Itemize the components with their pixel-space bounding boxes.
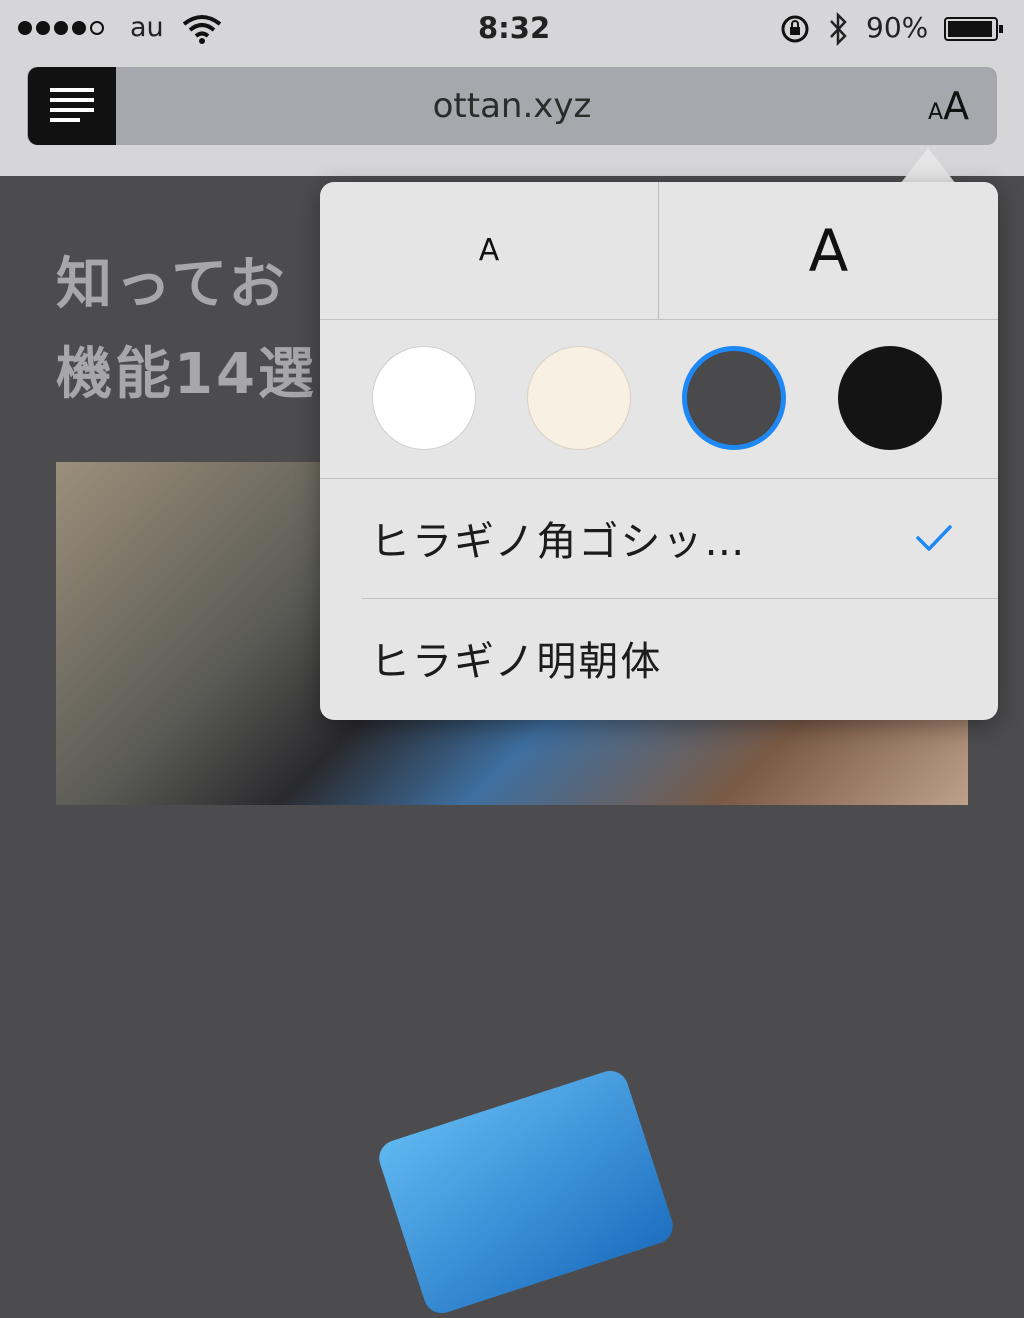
status-bar: au 8:32 90%	[0, 0, 1024, 58]
font-option-hiragino-gothic[interactable]: ヒラギノ角ゴシッ…	[320, 479, 998, 597]
rotation-lock-icon	[781, 15, 809, 43]
font-option-label: ヒラギノ角ゴシッ…	[370, 519, 747, 565]
popover-arrow	[900, 148, 956, 184]
text-size-button[interactable]: AA	[928, 84, 969, 128]
text-size-small-glyph: A	[928, 100, 944, 125]
battery-percent: 90%	[866, 11, 929, 44]
phone-in-image	[374, 1066, 678, 1318]
text-size-large-glyph: A	[943, 84, 970, 128]
theme-gray-swatch[interactable]	[682, 346, 786, 450]
signal-strength-icon	[18, 21, 104, 35]
wifi-icon	[182, 15, 222, 44]
theme-white-swatch[interactable]	[372, 346, 476, 450]
article-title-line-1: 知ってお	[56, 252, 288, 317]
increase-font-size-button[interactable]: A	[659, 182, 998, 319]
theme-night-swatch[interactable]	[838, 346, 942, 450]
font-option-label: ヒラギノ明朝体	[370, 639, 663, 685]
bluetooth-icon	[830, 12, 847, 46]
decrease-font-size-button[interactable]: A	[320, 182, 658, 319]
browser-chrome: au 8:32 90% ottan.xyz AA	[0, 0, 1024, 176]
article-title: 知ってお 機能14選	[56, 240, 317, 420]
theme-selector	[320, 320, 998, 478]
carrier-name: au	[130, 12, 164, 43]
article-title-line-2: 機能14選	[56, 342, 317, 407]
clock: 8:32	[478, 11, 551, 45]
theme-sepia-swatch[interactable]	[527, 346, 631, 450]
url-text[interactable]: ottan.xyz	[0, 86, 1024, 126]
reader-settings-popover: A A ヒラギノ角ゴシッ… ヒラギノ明朝体	[320, 182, 998, 720]
battery-icon	[944, 17, 1003, 41]
font-size-controls: A A	[320, 182, 998, 319]
font-option-hiragino-mincho[interactable]: ヒラギノ明朝体	[320, 599, 998, 717]
checkmark-icon	[916, 525, 952, 551]
